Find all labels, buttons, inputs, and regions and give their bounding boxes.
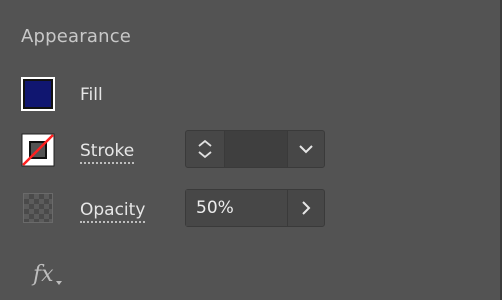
stroke-weight-control — [185, 130, 325, 168]
opacity-label-text: Opacity — [80, 200, 146, 223]
effects-fx-icon[interactable]: fx — [33, 262, 54, 287]
stroke-weight-stepper[interactable] — [186, 131, 225, 167]
chevron-right-icon — [302, 201, 311, 215]
stroke-label-text: Stroke — [80, 141, 135, 164]
stroke-weight-input[interactable] — [225, 131, 288, 167]
fill-color-well — [23, 79, 53, 109]
chevron-down-icon — [299, 145, 313, 154]
stroke-label[interactable]: Stroke — [80, 141, 135, 164]
stroke-none-icon — [21, 133, 55, 167]
chevron-up-icon[interactable] — [197, 139, 213, 148]
chevron-down-icon[interactable] — [197, 150, 213, 159]
stroke-swatch[interactable] — [21, 133, 55, 167]
section-title: Appearance — [21, 26, 132, 47]
opacity-label[interactable]: Opacity — [80, 200, 146, 223]
fill-label: Fill — [80, 85, 103, 105]
caret-down-icon — [56, 281, 62, 285]
opacity-control: 50% — [185, 189, 325, 227]
fill-swatch[interactable] — [21, 77, 55, 111]
opacity-input[interactable]: 50% — [186, 190, 288, 226]
appearance-panel: Appearance Fill Stroke Opacity 50% fx — [0, 0, 502, 300]
opacity-expand-button[interactable] — [288, 190, 324, 226]
stroke-weight-dropdown-button[interactable] — [288, 131, 324, 167]
opacity-checker-icon — [23, 193, 53, 223]
